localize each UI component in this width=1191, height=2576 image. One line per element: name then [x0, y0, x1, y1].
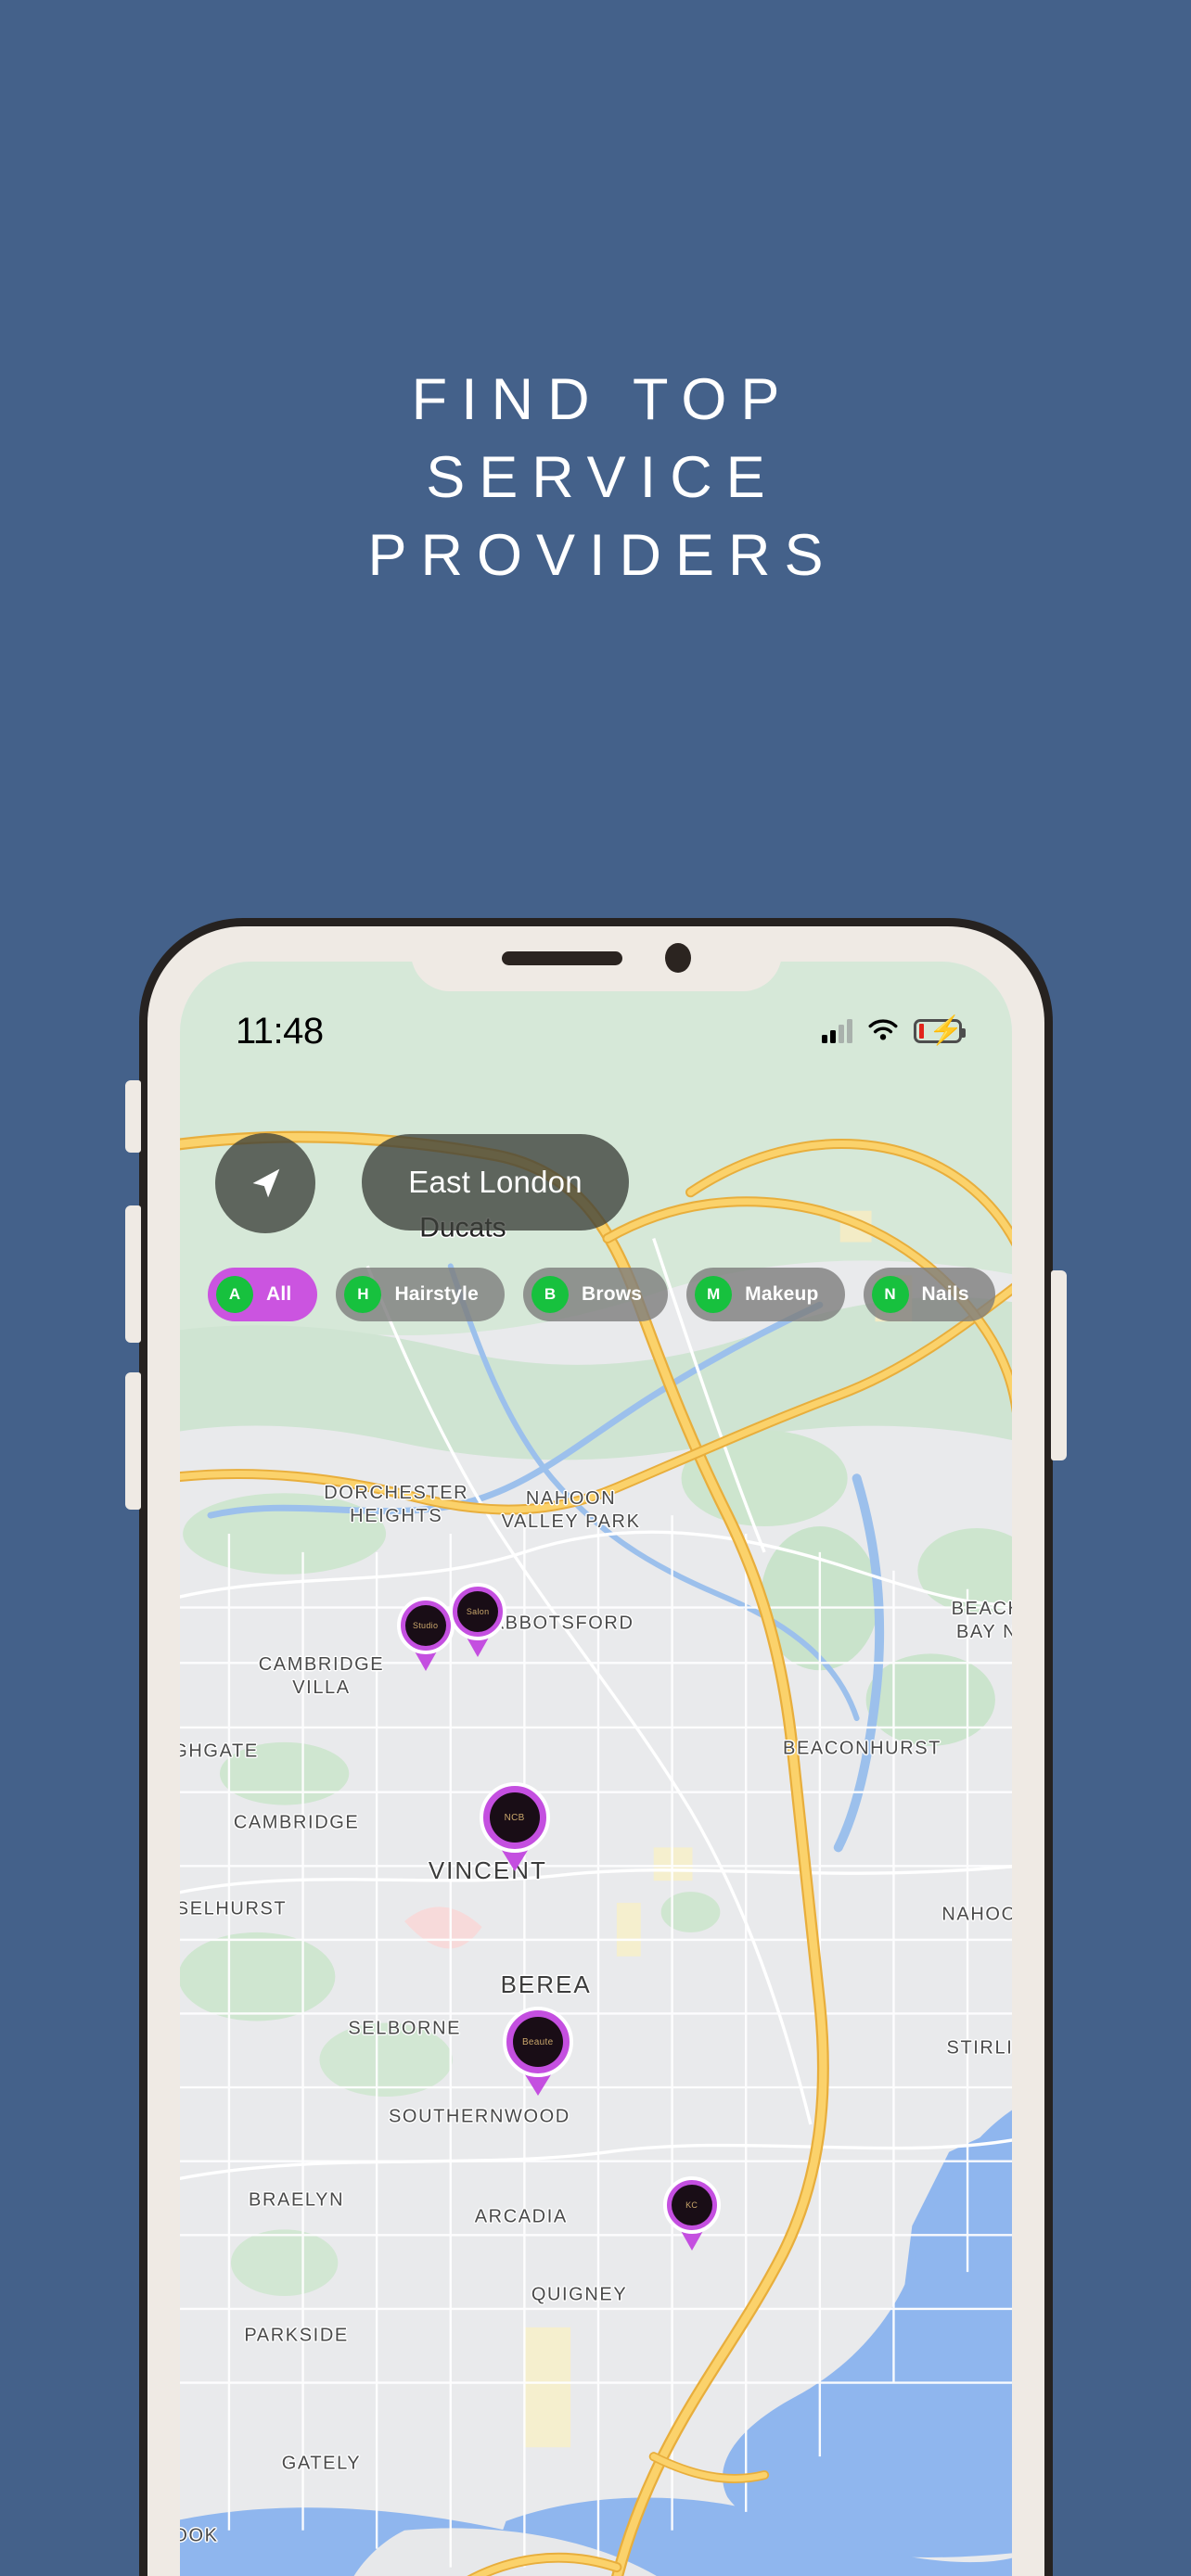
pin-quigney[interactable]: KC: [662, 2175, 721, 2251]
filter-chip-nails[interactable]: N Nails: [863, 1268, 995, 1321]
volume-up-button[interactable]: [125, 1205, 141, 1343]
chip-badge-icon: A: [216, 1276, 253, 1313]
phone-screen: DucatsDORCHESTER HEIGHTSNAHOON VALLEY PA…: [180, 962, 1012, 2576]
pin-avatar-photo: KC: [671, 2184, 712, 2225]
pin-vincent[interactable]: NCB: [479, 1782, 550, 1873]
phone-mockup: DucatsDORCHESTER HEIGHTSNAHOON VALLEY PA…: [125, 918, 1067, 2576]
filter-chip-hairstyle[interactable]: H Hairstyle: [336, 1268, 505, 1321]
phone-frame: DucatsDORCHESTER HEIGHTSNAHOON VALLEY PA…: [147, 926, 1044, 2576]
filter-chip-all[interactable]: A All: [208, 1268, 318, 1321]
power-button[interactable]: [1051, 1270, 1067, 1460]
city-selector-pill[interactable]: East London: [362, 1134, 629, 1231]
pin-cambridge-villa-1[interactable]: Studio: [396, 1597, 455, 1672]
pin-avatar-photo: Beaute: [512, 2017, 563, 2068]
pin-avatar-photo: NCB: [489, 1792, 540, 1843]
chip-badge-icon: M: [695, 1276, 733, 1313]
navigation-arrow-icon: [252, 1168, 280, 1198]
chip-label: Nails: [921, 1283, 969, 1305]
pin-avatar-photo: Salon: [457, 1591, 499, 1633]
chip-label: Hairstyle: [394, 1283, 479, 1305]
city-label: East London: [408, 1165, 583, 1199]
filter-chip-brows[interactable]: B Brows: [522, 1268, 669, 1321]
filter-chip-makeup[interactable]: M Makeup: [686, 1268, 845, 1321]
pin-southernwood[interactable]: Beaute: [502, 2007, 573, 2098]
pin-avatar-photo: Studio: [404, 1605, 446, 1647]
chip-label: All: [266, 1283, 292, 1305]
mute-switch[interactable]: [125, 1080, 141, 1153]
locate-me-button[interactable]: [215, 1133, 315, 1233]
chip-badge-icon: H: [344, 1276, 382, 1313]
category-filter-chips[interactable]: A All H Hairstyle B Brows M Makeup N Nails: [208, 1268, 995, 1321]
phone-notch: [410, 926, 782, 991]
headline-line-3: PROVIDERS: [367, 522, 838, 588]
headline-line-1: FIND TOP: [411, 367, 794, 432]
earpiece-speaker-icon: [501, 950, 622, 965]
page-headline: FIND TOP SERVICE PROVIDERS: [0, 362, 1191, 594]
chip-badge-icon: B: [531, 1276, 569, 1313]
pin-cambridge-villa-2[interactable]: Salon: [449, 1583, 507, 1658]
front-camera-icon: [664, 943, 691, 973]
chip-badge-icon: N: [871, 1276, 909, 1313]
chip-label: Brows: [581, 1283, 643, 1305]
chip-label: Makeup: [745, 1283, 819, 1305]
volume-down-button[interactable]: [125, 1372, 141, 1510]
headline-line-2: SERVICE: [426, 444, 779, 510]
